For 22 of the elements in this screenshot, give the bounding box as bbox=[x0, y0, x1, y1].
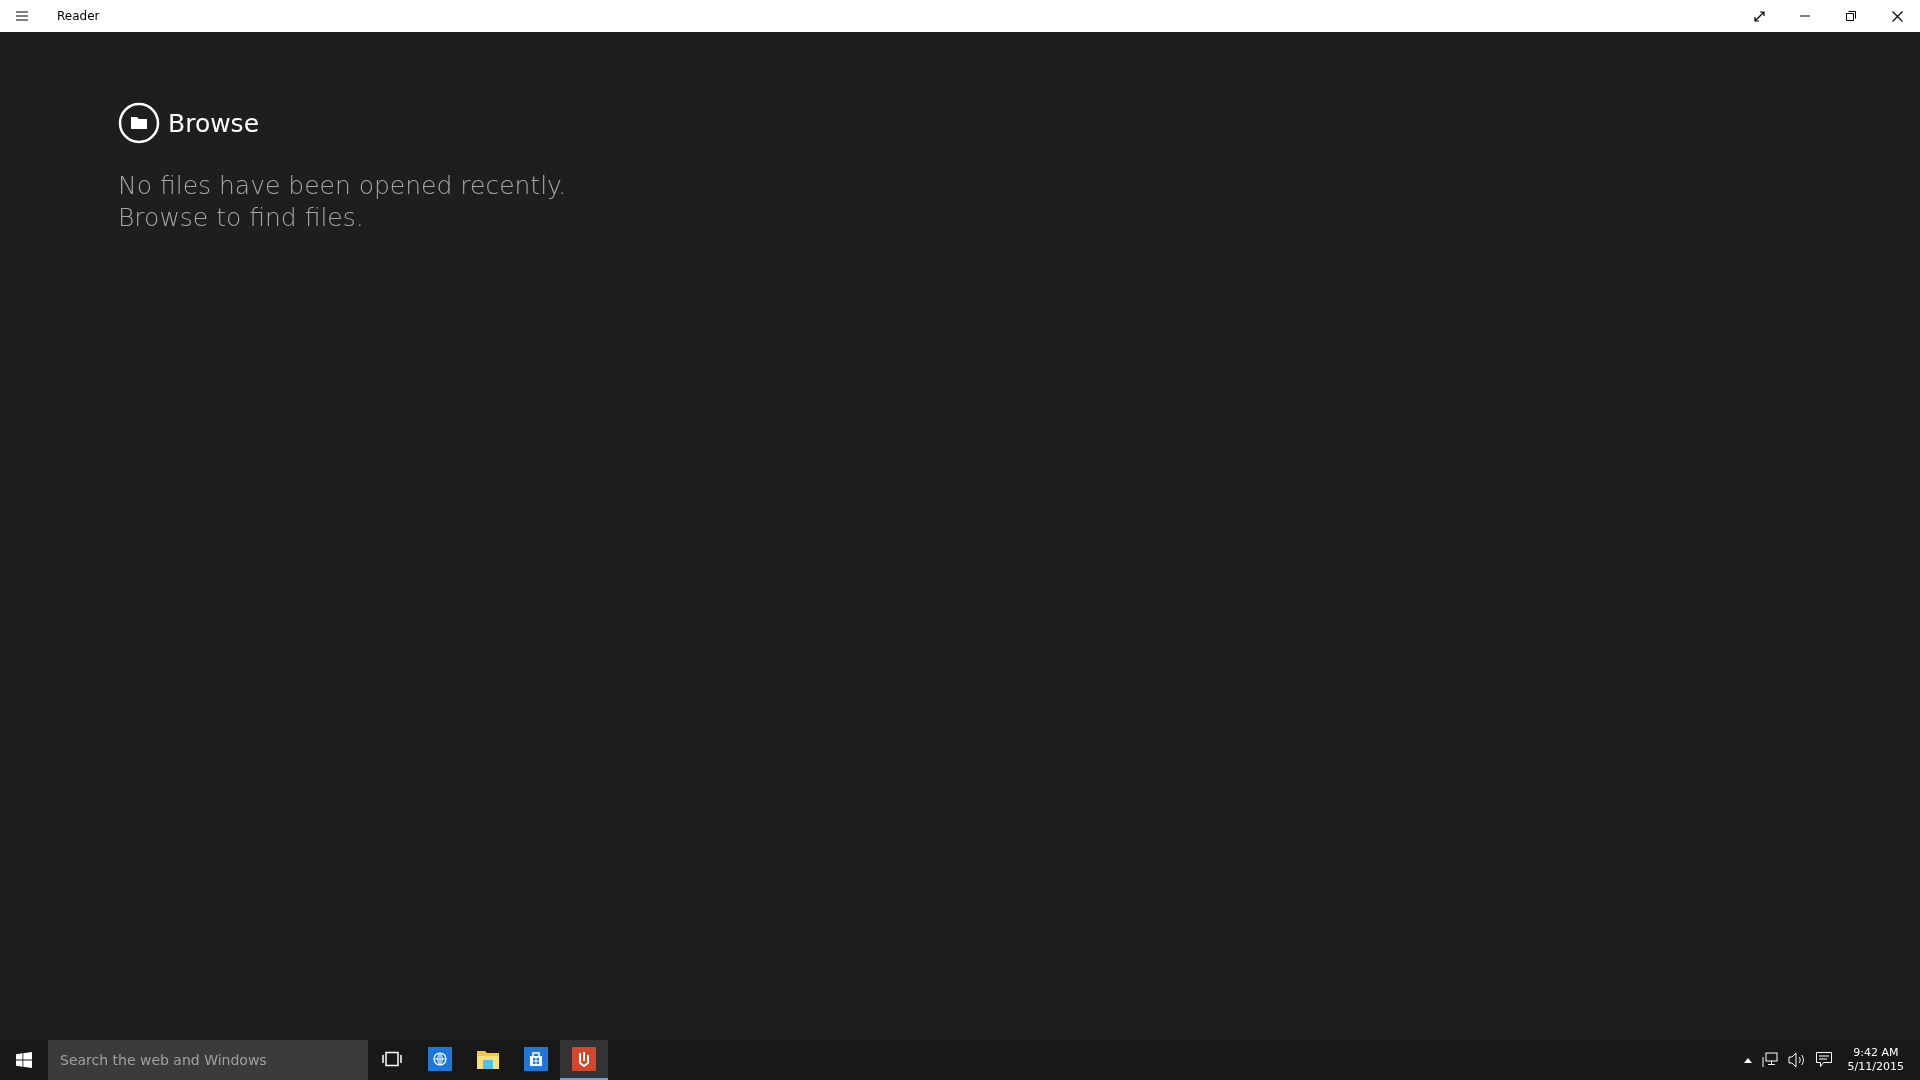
close-icon bbox=[1891, 10, 1903, 22]
chevron-up-icon bbox=[1743, 1057, 1752, 1063]
minimize-icon bbox=[1800, 15, 1810, 17]
window-title: Reader bbox=[57, 9, 100, 23]
browse-button[interactable]: Browse bbox=[118, 102, 260, 144]
folder-icon bbox=[118, 102, 160, 144]
message-icon bbox=[1815, 1052, 1832, 1068]
windows-icon bbox=[16, 1052, 32, 1068]
task-view-icon bbox=[382, 1051, 402, 1067]
restore-icon bbox=[1846, 11, 1856, 21]
network-icon bbox=[1761, 1052, 1778, 1068]
shopping-bag-icon bbox=[524, 1047, 548, 1071]
folder-icon bbox=[476, 1048, 500, 1070]
taskbar-app-button[interactable] bbox=[560, 1040, 608, 1080]
reader-icon bbox=[572, 1047, 596, 1071]
diagonal-arrow-icon bbox=[1753, 10, 1765, 22]
search-field[interactable]: Search the web and Windows bbox=[48, 1040, 368, 1080]
globe-icon bbox=[428, 1047, 452, 1071]
menu-icon bbox=[16, 11, 28, 21]
speaker-icon bbox=[1787, 1052, 1806, 1068]
clock[interactable]: 9:42 AM 5/11/2015 bbox=[1841, 1046, 1910, 1074]
empty-state-message: No files have been opened recently. Browse to find files. bbox=[118, 170, 568, 234]
